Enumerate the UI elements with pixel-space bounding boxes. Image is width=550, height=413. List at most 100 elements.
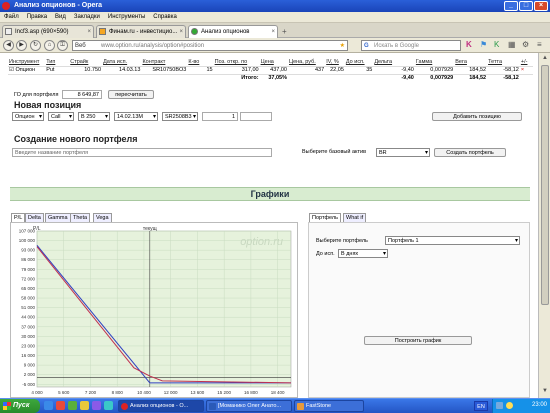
current-price-label: текущ: [143, 226, 157, 232]
col-header[interactable]: Страйк: [69, 58, 102, 66]
home-icon[interactable]: ⌂: [44, 40, 55, 51]
network-icon[interactable]: [496, 402, 503, 409]
col-header[interactable]: К-во: [187, 58, 213, 66]
menu-icon[interactable]: ≡: [537, 40, 542, 49]
col-header[interactable]: IV, %: [325, 58, 345, 66]
start-button[interactable]: Пуск: [0, 399, 40, 413]
taskbar-item-faststone[interactable]: FastStone: [294, 400, 364, 412]
until-select[interactable]: В днях: [338, 249, 388, 258]
tab-portfolio[interactable]: Портфель: [309, 213, 341, 222]
y-tick-label: 16 000: [21, 353, 35, 358]
quicklaunch-icon[interactable]: [104, 401, 113, 410]
taskbar-item-opera[interactable]: Анализ опционов - O...: [118, 400, 204, 412]
qty-input[interactable]: 1: [202, 112, 238, 121]
add-position-button[interactable]: Добавить позицию: [432, 112, 522, 121]
close-tab-icon[interactable]: ×: [271, 26, 275, 38]
portfolio-name-input[interactable]: Введите название портфеля: [12, 148, 272, 157]
taskbar-item-word[interactable]: [Моманико Олег Анато...: [206, 400, 292, 412]
tab-pl[interactable]: P/L: [11, 213, 26, 222]
close-tab-icon[interactable]: ×: [87, 26, 91, 38]
maximize-button[interactable]: □: [519, 1, 533, 11]
forward-icon[interactable]: ▶: [16, 40, 27, 51]
col-header[interactable]: Контракт: [141, 58, 187, 66]
reload-icon[interactable]: ↻: [30, 40, 41, 51]
type-select[interactable]: Call: [48, 112, 74, 121]
col-header[interactable]: Дельта: [373, 58, 415, 66]
price-input[interactable]: [240, 112, 272, 121]
tab-label: Inсf3.asp (690×590): [15, 29, 69, 35]
asset-select[interactable]: BR: [376, 148, 430, 157]
scroll-down-icon[interactable]: ▼: [541, 388, 549, 396]
browser-tab[interactable]: Финам.ru - инвестицио... ×: [96, 25, 186, 38]
key-icon[interactable]: ⚿: [57, 40, 68, 51]
browser-tab[interactable]: Inсf3.asp (690×590) ×: [2, 25, 94, 38]
contract-select[interactable]: SR2508B3: [162, 112, 198, 121]
quicklaunch-icon[interactable]: [92, 401, 101, 410]
new-tab-icon[interactable]: +: [282, 27, 287, 36]
create-portfolio-button[interactable]: Создать портфель: [434, 148, 506, 157]
search-input[interactable]: G Искать в Google: [361, 40, 461, 51]
total-delta: -9,40: [401, 75, 414, 82]
panel-icon[interactable]: ▦: [508, 40, 516, 49]
clock: 23:00: [531, 402, 547, 408]
scroll-up-icon[interactable]: ▲: [541, 55, 549, 63]
col-header[interactable]: Инструмент: [8, 58, 45, 66]
close-tab-icon[interactable]: ×: [179, 26, 183, 38]
col-header[interactable]: Тип: [45, 58, 69, 66]
menu-item-view[interactable]: Вид: [55, 12, 66, 22]
series-select[interactable]: В 250: [78, 112, 110, 121]
tab-delta[interactable]: Delta: [25, 213, 44, 222]
tab-vega[interactable]: Vega: [93, 213, 112, 222]
close-window-button[interactable]: ×: [534, 1, 548, 11]
url-field[interactable]: Веб www.option.ru/analysis/option#positi…: [72, 40, 348, 51]
menu-item-tools[interactable]: Инструменты: [108, 12, 145, 22]
portfolio-select[interactable]: Портфель 1: [385, 236, 520, 245]
date-select[interactable]: 14.02.13М: [114, 112, 158, 121]
col-header[interactable]: До исп.: [345, 58, 373, 66]
settings-icon[interactable]: ⚙: [522, 40, 529, 49]
browser-tab-active[interactable]: Анализ опционов ×: [188, 25, 278, 39]
quicklaunch-icon[interactable]: [56, 401, 65, 410]
new-portfolio-title: Создание нового портфеля: [14, 134, 138, 144]
scroll-thumb[interactable]: [541, 65, 549, 305]
x-tick-label: 15 200: [217, 390, 231, 395]
cell-qty[interactable]: 15: [187, 65, 214, 75]
col-header[interactable]: Гамма: [415, 58, 454, 66]
menu-item-file[interactable]: Файл: [4, 12, 19, 22]
minimize-button[interactable]: _: [504, 1, 518, 11]
col-header[interactable]: Дата исп.: [102, 58, 141, 66]
menu-item-bookmarks[interactable]: Закладки: [74, 12, 100, 22]
menu-item-edit[interactable]: Правка: [27, 12, 47, 22]
build-chart-button[interactable]: Построить график: [364, 336, 472, 345]
col-header[interactable]: +/-: [520, 58, 533, 66]
quicklaunch-icon[interactable]: [80, 401, 89, 410]
quicklaunch-icon[interactable]: [44, 401, 53, 410]
star-icon[interactable]: ★: [340, 41, 345, 51]
pl-chart[interactable]: 107 000100 00093 00086 00079 00072 00065…: [11, 223, 299, 399]
tab-gamma[interactable]: Gamma: [45, 213, 71, 222]
menu-item-help[interactable]: Справка: [153, 12, 177, 22]
tab-theta[interactable]: Theta: [70, 213, 91, 222]
volume-icon[interactable]: [506, 402, 513, 409]
recalculate-button[interactable]: пересчитать: [108, 90, 154, 99]
col-header[interactable]: Цена: [260, 58, 288, 66]
quicklaunch-icon[interactable]: [68, 401, 77, 410]
x-tick-label: 10 400: [137, 390, 151, 395]
extension-icon[interactable]: ⚑: [480, 40, 487, 49]
tab-what-if[interactable]: What if: [343, 213, 367, 222]
delete-icon[interactable]: ×: [519, 65, 533, 75]
col-header[interactable]: Тетта: [487, 58, 520, 66]
col-header[interactable]: Поз. откр. по: [214, 58, 260, 66]
green-k-icon[interactable]: K: [494, 40, 499, 49]
col-header[interactable]: Вега: [454, 58, 487, 66]
vertical-scrollbar[interactable]: ▲ ▼: [538, 53, 550, 398]
language-indicator[interactable]: EN: [474, 401, 488, 411]
instrument-select[interactable]: Опцион: [12, 112, 44, 121]
bookmark-k-icon[interactable]: K: [466, 40, 472, 49]
cell-instrument[interactable]: ☑ Опцион: [8, 65, 46, 75]
cell-open[interactable]: 317,00: [213, 65, 260, 75]
table-row: ☑ Опцион Put 10.750 14.03.13 SR10750BO3 …: [8, 65, 533, 75]
checkbox[interactable]: ☑: [9, 67, 14, 73]
back-icon[interactable]: ◀: [3, 40, 14, 51]
col-header[interactable]: Цена, руб.: [288, 58, 325, 66]
